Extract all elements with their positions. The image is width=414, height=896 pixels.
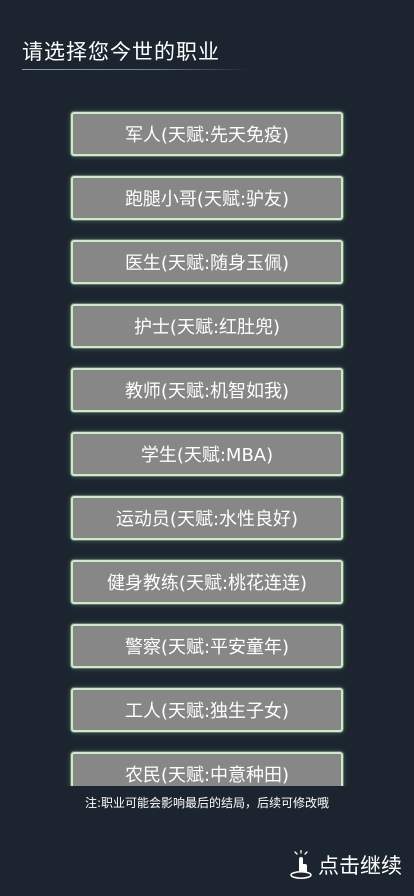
choice-button-worker[interactable]: 工人(天赋:独生子女): [71, 688, 343, 732]
choice-button-fitness-coach[interactable]: 健身教练(天赋:桃花连连): [71, 560, 343, 604]
career-choice-list[interactable]: 军人(天赋:先天免疫) 跑腿小哥(天赋:驴友) 医生(天赋:随身玉佩) 护士(天…: [0, 100, 414, 786]
choice-button-nurse[interactable]: 护士(天赋:红肚兜): [71, 304, 343, 348]
tap-hand-icon: [288, 849, 314, 880]
career-note: 注:职业可能会影响最后的结局，后续可修改哦: [84, 796, 330, 810]
choice-button-athlete[interactable]: 运动员(天赋:水性良好): [71, 496, 343, 540]
continue-label: 点击继续: [318, 854, 402, 878]
choice-button-student[interactable]: 学生(天赋:MBA): [71, 432, 343, 476]
choice-button-teacher[interactable]: 教师(天赋:机智如我): [71, 368, 343, 412]
choice-button-farmer[interactable]: 农民(天赋:中意种田): [71, 752, 343, 786]
choice-button-doctor[interactable]: 医生(天赋:随身玉佩): [71, 240, 343, 284]
title-underline: [22, 69, 250, 70]
page-title: 请选择您今世的职业: [22, 40, 220, 64]
choice-button-police[interactable]: 警察(天赋:平安童年): [71, 624, 343, 668]
continue-button[interactable]: 点击继续: [288, 848, 402, 882]
choice-button-courier[interactable]: 跑腿小哥(天赋:驴友): [71, 176, 343, 220]
choice-button-soldier[interactable]: 军人(天赋:先天免疫): [71, 112, 343, 156]
